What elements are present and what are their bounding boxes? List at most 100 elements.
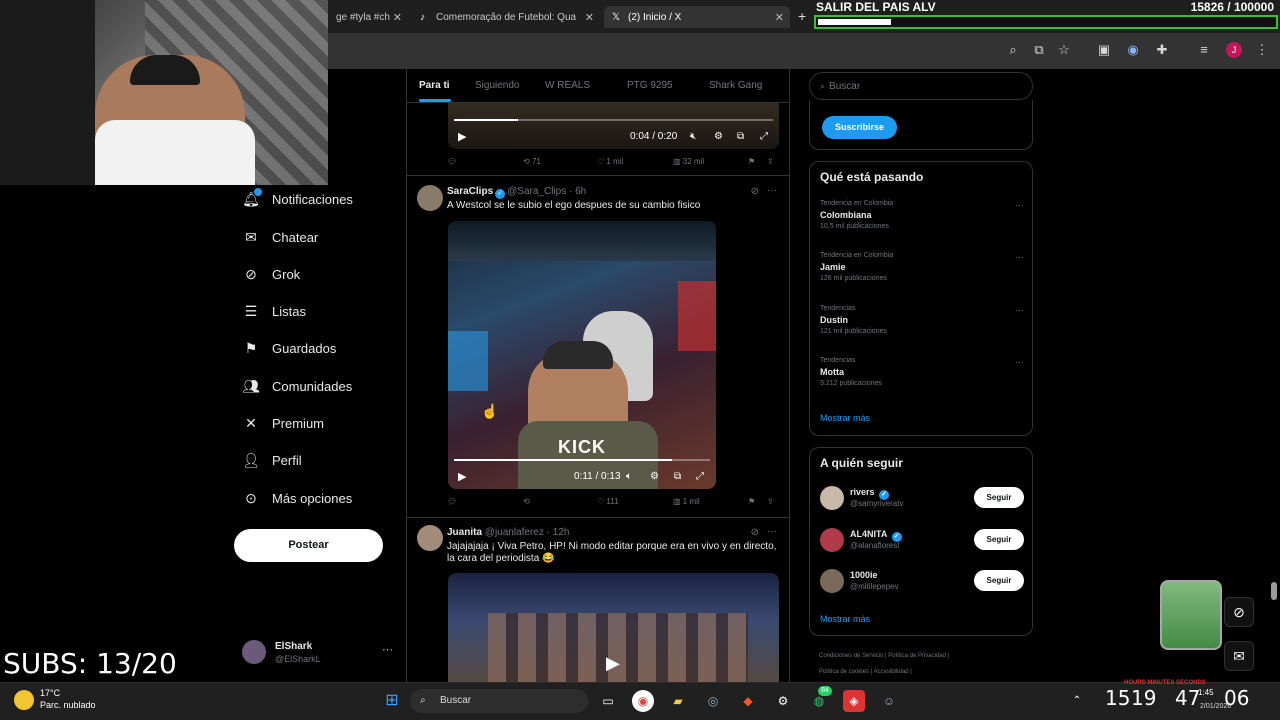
settings-icon[interactable]: ⚙ [714, 131, 723, 142]
discord-icon[interactable]: ☺ [878, 690, 900, 712]
share-icon[interactable]: ⇪ [767, 157, 774, 166]
nav-lists[interactable]: ☰ Listas [242, 299, 306, 323]
avatar[interactable] [417, 525, 443, 551]
tweet-author-handle[interactable]: @juanlaferez [485, 527, 544, 538]
file-explorer-icon[interactable]: ▰ [667, 690, 689, 712]
more-icon[interactable]: ··· [1015, 252, 1024, 262]
windows-start-icon[interactable]: ⊞ [381, 690, 403, 712]
grok-icon[interactable]: ⊘ [751, 527, 759, 538]
nav-profile[interactable]: 👤︎ Perfil [242, 448, 302, 472]
pip-icon[interactable]: ⧉ [737, 131, 744, 142]
bookmark-icon[interactable]: ⚑ [748, 497, 755, 506]
footer-link[interactable]: Condiciones de Servicio [819, 653, 883, 659]
close-icon[interactable]: ✕ [393, 11, 402, 24]
follow-button[interactable]: Seguir [974, 487, 1024, 508]
nav-notifications[interactable]: 🔔︎ Notificaciones [242, 187, 353, 211]
nav-premium[interactable]: ✕ Premium [242, 411, 324, 435]
pip-icon[interactable]: ⧉ [674, 471, 681, 482]
tweet-author-handle[interactable]: @Sara_Clips [507, 186, 566, 197]
more-icon[interactable]: ··· [1015, 200, 1024, 210]
trend-item[interactable]: Tendencia en Colombia Colombiana 10,5 mi… [820, 200, 1024, 230]
extension-icon[interactable]: ◉ [1125, 42, 1141, 58]
video-progress[interactable] [454, 459, 710, 461]
bookmark-icon[interactable]: ⚑ [748, 157, 755, 166]
task-view-icon[interactable]: ▭ [597, 690, 619, 712]
tab-ptg[interactable]: PTG 9295 [627, 80, 673, 91]
nav-communities[interactable]: 👥︎ Comunidades [242, 374, 352, 398]
video-progress[interactable] [454, 119, 773, 121]
like-button[interactable]: ♡ 1 mil [597, 157, 623, 166]
app-icon[interactable]: ⚙ [772, 690, 794, 712]
trend-item[interactable]: Tendencia en Colombia Jamie 126 mil publ… [820, 252, 1024, 282]
tweet-author-name[interactable]: SaraClips [447, 186, 493, 197]
browser-tab[interactable]: ♪ Comemoração de Futebol: Qua ✕ [412, 6, 600, 28]
views-button[interactable]: ▥ 32 mil [673, 157, 704, 166]
settings-icon[interactable]: ⚙ [650, 471, 659, 482]
footer-link[interactable]: Política de cookies [819, 669, 869, 675]
reply-icon[interactable]: 💬︎ [447, 497, 457, 506]
app-icon[interactable]: ◈ [843, 690, 865, 712]
subscribe-button[interactable]: Suscribirse [822, 116, 897, 139]
play-icon[interactable]: ▶ [458, 130, 466, 143]
chrome-icon[interactable]: ◉ [632, 690, 654, 712]
retweet-button[interactable]: ⟲ [523, 497, 530, 506]
follow-button[interactable]: Seguir [974, 570, 1024, 591]
avatar[interactable] [417, 185, 443, 211]
fullscreen-icon[interactable]: ⤢ [760, 131, 768, 142]
follow-suggestion[interactable]: rivers ✓ @samyriveratv Seguir [820, 486, 1024, 514]
close-icon[interactable]: ✕ [775, 11, 784, 24]
profile-icon[interactable]: J [1226, 42, 1242, 58]
zoom-icon[interactable]: ⌕ [1005, 42, 1021, 58]
nav-chat[interactable]: ✉ Chatear [242, 225, 318, 249]
taskbar-search[interactable]: ⌕ Buscar [410, 689, 588, 713]
retweet-button[interactable]: ⟲ 71 [523, 157, 541, 166]
play-icon[interactable]: ▶ [606, 653, 620, 674]
cast-icon[interactable]: ⧉ [1031, 42, 1047, 58]
account-switcher[interactable]: ElShark @ElSharkL ··· [242, 638, 393, 668]
star-icon[interactable]: ☆ [1056, 42, 1072, 58]
media-icon[interactable]: ≡ [1196, 42, 1212, 58]
follow-button[interactable]: Seguir [974, 529, 1024, 550]
new-tab-button[interactable]: + [798, 8, 806, 24]
more-icon[interactable]: ··· [1015, 357, 1024, 367]
tweet-author-name[interactable]: Juanita [447, 527, 482, 538]
puzzle-icon[interactable]: ✚ [1154, 42, 1170, 58]
tab-following[interactable]: Siguiendo [475, 80, 519, 91]
steam-icon[interactable]: ◎ [702, 690, 724, 712]
search-input[interactable]: ⌕ Buscar [809, 72, 1033, 100]
mail-icon[interactable]: ✉ [1224, 641, 1254, 671]
more-icon[interactable]: ··· [1015, 305, 1024, 315]
close-icon[interactable]: ✕ [585, 11, 594, 24]
play-icon[interactable]: ▶ [458, 470, 466, 483]
grok-icon[interactable]: ⊘ [1224, 597, 1254, 627]
tweet-video[interactable]: KICK ▶ 0:11 / 0:13 🔈︎ ⚙ ⧉ ⤢ [448, 221, 716, 489]
footer-link[interactable]: Política de Privacidad [888, 653, 946, 659]
screenshot-icon[interactable]: ▣ [1096, 42, 1112, 58]
follow-suggestion[interactable]: AL4NITA ✓ @alanaflorest Seguir [820, 528, 1024, 556]
more-icon[interactable]: ··· [767, 185, 777, 196]
brave-icon[interactable]: ◆ [737, 690, 759, 712]
more-icon[interactable]: ··· [382, 644, 393, 656]
like-button[interactable]: ♡ 111 [597, 497, 619, 506]
show-more-link[interactable]: Mostrar más [820, 413, 870, 423]
tab-for-you[interactable]: Para ti [419, 80, 450, 91]
browser-tab-active[interactable]: 𝕏 (2) Inicio / X ✕ [604, 6, 790, 28]
tweet-video[interactable]: ▶ [448, 573, 779, 682]
mute-icon[interactable]: 🔇︎ [690, 131, 696, 142]
nav-more[interactable]: ⊙ Más opciones [242, 486, 352, 510]
fullscreen-icon[interactable]: ⤢ [696, 471, 704, 482]
scrollbar-thumb[interactable] [1271, 582, 1277, 600]
scrollbar[interactable] [1270, 72, 1278, 680]
post-button[interactable]: Postear [234, 529, 383, 562]
follow-suggestion[interactable]: 1000ie @mitilepepev Seguir [820, 569, 1024, 597]
tab-w-reals[interactable]: W REALS [545, 80, 590, 91]
trend-item[interactable]: Tendencias Motta 3.212 publicaciones ··· [820, 357, 1024, 387]
share-icon[interactable]: ⇪ [767, 497, 774, 506]
chevron-up-icon[interactable]: ⌃ [1066, 690, 1088, 712]
nav-grok[interactable]: ⊘ Grok [242, 262, 300, 286]
menu-icon[interactable]: ⋮ [1254, 42, 1270, 58]
trend-item[interactable]: Tendencias Dustin 121 mil publicaciones … [820, 305, 1024, 335]
footer-link[interactable]: Accesibilidad [874, 669, 909, 675]
more-icon[interactable]: ··· [767, 526, 777, 537]
grok-icon[interactable]: ⊘ [751, 186, 759, 197]
